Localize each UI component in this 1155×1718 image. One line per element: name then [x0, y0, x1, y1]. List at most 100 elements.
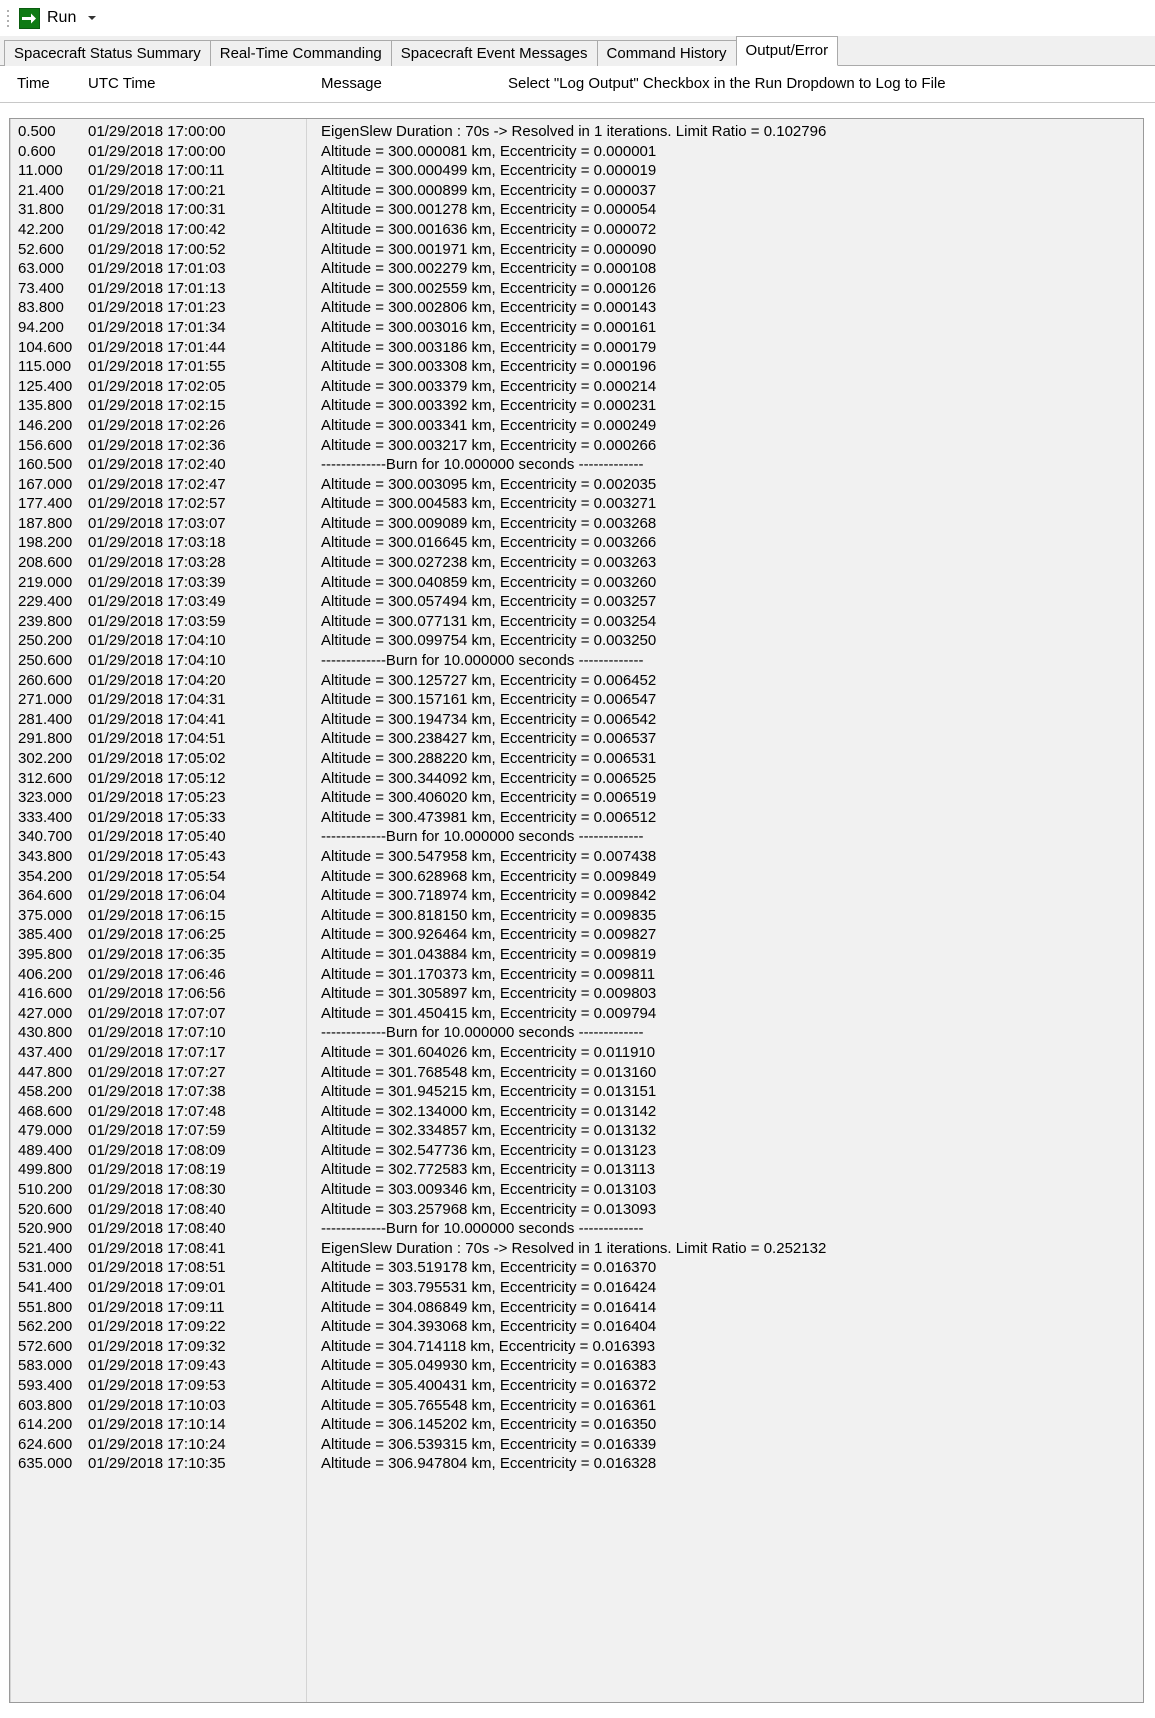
table-row[interactable]: 239.800 01/29/2018 17:03:59 Altitude = 300…	[10, 612, 1143, 632]
table-row[interactable]: 375.000 01/29/2018 17:06:15 Altitude = 300…	[10, 906, 1143, 926]
arrow-right-icon	[19, 7, 40, 29]
table-row[interactable]: 562.200 01/29/2018 17:09:22 Altitude = 304…	[10, 1317, 1143, 1337]
table-row[interactable]: 520.600 01/29/2018 17:08:40 Altitude = 303…	[10, 1200, 1143, 1220]
table-row[interactable]: 333.400 01/29/2018 17:05:33 Altitude = 300…	[10, 808, 1143, 828]
chevron-down-icon[interactable]	[88, 16, 97, 20]
table-row[interactable]: 510.200 01/29/2018 17:08:30 Altitude = 303…	[10, 1180, 1143, 1200]
tab-spacecraft-status-summary[interactable]: Spacecraft Status Summary	[4, 40, 211, 66]
table-row[interactable]: 281.400 01/29/2018 17:04:41 Altitude = 300…	[10, 710, 1143, 730]
table-row[interactable]: 364.600 01/29/2018 17:06:04 Altitude = 300…	[10, 886, 1143, 906]
table-row[interactable]: 427.000 01/29/2018 17:07:07 Altitude = 301…	[10, 1004, 1143, 1024]
table-row[interactable]: 11.000 01/29/2018 17:00:11 Altitude = 300.…	[10, 161, 1143, 181]
table-row[interactable]: 104.600 01/29/2018 17:01:44 Altitude = 300…	[10, 338, 1143, 358]
table-row[interactable]: 479.000 01/29/2018 17:07:59 Altitude = 302…	[10, 1121, 1143, 1141]
table-row[interactable]: 83.800 01/29/2018 17:01:23 Altitude = 300.…	[10, 298, 1143, 318]
table-row[interactable]: 291.800 01/29/2018 17:04:51 Altitude = 300…	[10, 729, 1143, 749]
row-message: Altitude = 300.001278 km, Eccentricity =…	[321, 201, 657, 219]
table-row[interactable]: 115.000 01/29/2018 17:01:55 Altitude = 300…	[10, 357, 1143, 377]
table-row[interactable]: 395.800 01/29/2018 17:06:35 Altitude = 301…	[10, 945, 1143, 965]
table-row[interactable]: 603.800 01/29/2018 17:10:03 Altitude = 305…	[10, 1396, 1143, 1416]
table-row[interactable]: 271.000 01/29/2018 17:04:31 Altitude = 300…	[10, 690, 1143, 710]
row-utc-time: 01/29/2018 17:10:14	[88, 1416, 226, 1434]
table-row[interactable]: 430.800 01/29/2018 17:07:10 -------------B…	[10, 1023, 1143, 1043]
table-row[interactable]: 635.000 01/29/2018 17:10:35 Altitude = 306…	[10, 1454, 1143, 1474]
row-utc-time: 01/29/2018 17:05:54	[88, 867, 226, 885]
row-time: 614.200	[18, 1416, 73, 1434]
table-row[interactable]: 624.600 01/29/2018 17:10:24 Altitude = 306…	[10, 1435, 1143, 1455]
row-message: Altitude = 300.003095 km, Eccentricity =…	[321, 475, 657, 493]
table-row[interactable]: 593.400 01/29/2018 17:09:53 Altitude = 305…	[10, 1376, 1143, 1396]
table-row[interactable]: 354.200 01/29/2018 17:05:54 Altitude = 300…	[10, 867, 1143, 887]
table-row[interactable]: 458.200 01/29/2018 17:07:38 Altitude = 301…	[10, 1082, 1143, 1102]
table-row[interactable]: 187.800 01/29/2018 17:03:07 Altitude = 300…	[10, 514, 1143, 534]
table-row[interactable]: 614.200 01/29/2018 17:10:14 Altitude = 306…	[10, 1415, 1143, 1435]
table-row[interactable]: 572.600 01/29/2018 17:09:32 Altitude = 304…	[10, 1337, 1143, 1357]
row-utc-time: 01/29/2018 17:08:09	[88, 1141, 226, 1159]
row-time: 167.000	[18, 475, 73, 493]
output-error-log-panel[interactable]: 0.500 01/29/2018 17:00:00 EigenSlew Durati…	[9, 118, 1144, 1703]
table-row[interactable]: 0.600 01/29/2018 17:00:00 Altitude = 300.0…	[10, 142, 1143, 162]
row-time: 603.800	[18, 1396, 73, 1414]
row-utc-time: 01/29/2018 17:05:40	[88, 828, 226, 846]
table-row[interactable]: 250.200 01/29/2018 17:04:10 Altitude = 300…	[10, 631, 1143, 651]
table-row[interactable]: 343.800 01/29/2018 17:05:43 Altitude = 300…	[10, 847, 1143, 867]
table-row[interactable]: 340.700 01/29/2018 17:05:40 -------------B…	[10, 827, 1143, 847]
log-row-container: 0.500 01/29/2018 17:00:00 EigenSlew Durati…	[10, 119, 1143, 1474]
table-row[interactable]: 177.400 01/29/2018 17:02:57 Altitude = 300…	[10, 494, 1143, 514]
row-utc-time: 01/29/2018 17:05:33	[88, 808, 226, 826]
table-row[interactable]: 198.200 01/29/2018 17:03:18 Altitude = 300…	[10, 533, 1143, 553]
table-row[interactable]: 73.400 01/29/2018 17:01:13 Altitude = 300.…	[10, 279, 1143, 299]
table-row[interactable]: 31.800 01/29/2018 17:00:31 Altitude = 300.…	[10, 200, 1143, 220]
row-time: 354.200	[18, 867, 73, 885]
row-message: Altitude = 300.004583 km, Eccentricity =…	[321, 495, 657, 513]
table-row[interactable]: 541.400 01/29/2018 17:09:01 Altitude = 303…	[10, 1278, 1143, 1298]
table-row[interactable]: 489.400 01/29/2018 17:08:09 Altitude = 302…	[10, 1141, 1143, 1161]
table-row[interactable]: 385.400 01/29/2018 17:06:25 Altitude = 300…	[10, 925, 1143, 945]
table-row[interactable]: 499.800 01/29/2018 17:08:19 Altitude = 302…	[10, 1160, 1143, 1180]
table-row[interactable]: 531.000 01/29/2018 17:08:51 Altitude = 303…	[10, 1258, 1143, 1278]
table-row[interactable]: 160.500 01/29/2018 17:02:40 -------------B…	[10, 455, 1143, 475]
table-row[interactable]: 406.200 01/29/2018 17:06:46 Altitude = 301…	[10, 965, 1143, 985]
table-row[interactable]: 229.400 01/29/2018 17:03:49 Altitude = 300…	[10, 592, 1143, 612]
row-message: Altitude = 300.001971 km, Eccentricity =…	[321, 240, 657, 258]
row-time: 416.600	[18, 985, 73, 1003]
table-row[interactable]: 63.000 01/29/2018 17:01:03 Altitude = 300.…	[10, 259, 1143, 279]
table-row[interactable]: 437.400 01/29/2018 17:07:17 Altitude = 301…	[10, 1043, 1143, 1063]
row-message: Altitude = 300.125727 km, Eccentricity =…	[321, 671, 657, 689]
table-row[interactable]: 447.800 01/29/2018 17:07:27 Altitude = 301…	[10, 1063, 1143, 1083]
table-row[interactable]: 125.400 01/29/2018 17:02:05 Altitude = 300…	[10, 377, 1143, 397]
table-row[interactable]: 521.400 01/29/2018 17:08:41 EigenSlew Dura…	[10, 1239, 1143, 1259]
table-row[interactable]: 520.900 01/29/2018 17:08:40 -------------B…	[10, 1219, 1143, 1239]
table-row[interactable]: 219.000 01/29/2018 17:03:39 Altitude = 300…	[10, 573, 1143, 593]
tab-spacecraft-event-messages[interactable]: Spacecraft Event Messages	[390, 40, 598, 66]
table-row[interactable]: 323.000 01/29/2018 17:05:23 Altitude = 300…	[10, 788, 1143, 808]
table-row[interactable]: 94.200 01/29/2018 17:01:34 Altitude = 300.…	[10, 318, 1143, 338]
row-utc-time: 01/29/2018 17:02:40	[88, 456, 226, 474]
table-row[interactable]: 260.600 01/29/2018 17:04:20 Altitude = 300…	[10, 671, 1143, 691]
row-message: Altitude = 300.406020 km, Eccentricity =…	[321, 789, 657, 807]
table-row[interactable]: 146.200 01/29/2018 17:02:26 Altitude = 300…	[10, 416, 1143, 436]
table-row[interactable]: 551.800 01/29/2018 17:09:11 Altitude = 304…	[10, 1298, 1143, 1318]
table-row[interactable]: 416.600 01/29/2018 17:06:56 Altitude = 301…	[10, 984, 1143, 1004]
table-row[interactable]: 468.600 01/29/2018 17:07:48 Altitude = 302…	[10, 1102, 1143, 1122]
run-button[interactable]: Run	[15, 5, 82, 32]
toolbar-drag-handle[interactable]	[4, 7, 11, 29]
tab-output-error[interactable]: Output/Error	[735, 36, 839, 66]
table-row[interactable]: 0.500 01/29/2018 17:00:00 EigenSlew Durati…	[10, 122, 1143, 142]
table-row[interactable]: 208.600 01/29/2018 17:03:28 Altitude = 300…	[10, 553, 1143, 573]
row-utc-time: 01/29/2018 17:00:11	[88, 162, 225, 180]
row-utc-time: 01/29/2018 17:08:30	[88, 1181, 226, 1199]
table-row[interactable]: 52.600 01/29/2018 17:00:52 Altitude = 300.…	[10, 240, 1143, 260]
table-row[interactable]: 167.000 01/29/2018 17:02:47 Altitude = 300…	[10, 475, 1143, 495]
table-row[interactable]: 135.800 01/29/2018 17:02:15 Altitude = 300…	[10, 396, 1143, 416]
table-row[interactable]: 156.600 01/29/2018 17:02:36 Altitude = 300…	[10, 436, 1143, 456]
table-row[interactable]: 583.000 01/29/2018 17:09:43 Altitude = 305…	[10, 1356, 1143, 1376]
table-row[interactable]: 42.200 01/29/2018 17:00:42 Altitude = 300.…	[10, 220, 1143, 240]
table-row[interactable]: 21.400 01/29/2018 17:00:21 Altitude = 300.…	[10, 181, 1143, 201]
table-row[interactable]: 302.200 01/29/2018 17:05:02 Altitude = 300…	[10, 749, 1143, 769]
tab-command-history[interactable]: Command History	[596, 40, 737, 66]
table-row[interactable]: 312.600 01/29/2018 17:05:12 Altitude = 300…	[10, 769, 1143, 789]
row-message: Altitude = 300.926464 km, Eccentricity =…	[321, 926, 657, 944]
tab-real-time-commanding[interactable]: Real-Time Commanding	[209, 40, 392, 66]
table-row[interactable]: 250.600 01/29/2018 17:04:10 -------------B…	[10, 651, 1143, 671]
